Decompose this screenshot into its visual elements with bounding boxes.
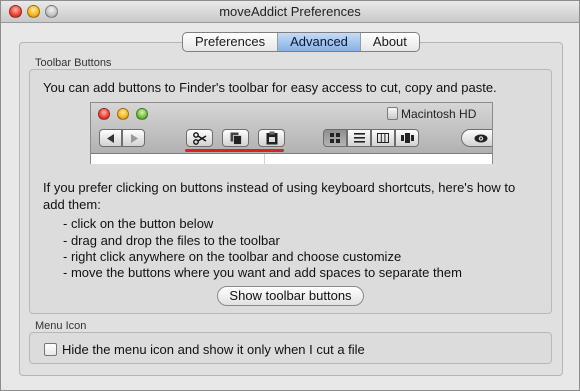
coverflow-view-icon xyxy=(395,129,419,147)
preferences-window: moveAddict Preferences Preferences Advan… xyxy=(0,0,580,391)
tab-preferences[interactable]: Preferences xyxy=(183,33,279,51)
hard-drive-icon xyxy=(387,107,398,120)
hide-menu-icon-checkbox[interactable] xyxy=(44,343,57,356)
explanation-line-2: add them: xyxy=(43,197,101,212)
column-view-icon xyxy=(371,129,395,147)
tab-bar: Preferences Advanced About xyxy=(182,32,420,52)
toolbar-intro-text: You can add buttons to Finder's toolbar … xyxy=(43,80,497,95)
title-bar[interactable]: moveAddict Preferences xyxy=(1,1,579,23)
step-item: - move the buttons where you want and ad… xyxy=(63,265,462,280)
finder-minimize-icon xyxy=(117,108,129,120)
tab-about[interactable]: About xyxy=(361,33,419,51)
scissors-icon xyxy=(186,129,213,147)
finder-zoom-icon xyxy=(136,108,148,120)
back-arrow-icon xyxy=(99,129,122,147)
added-buttons-highlight xyxy=(185,149,284,152)
step-item: - click on the button below xyxy=(63,216,214,231)
finder-close-icon xyxy=(98,108,110,120)
finder-content-area xyxy=(91,153,492,164)
paste-clipboard-icon xyxy=(258,129,285,147)
menu-icon-section-label: Menu Icon xyxy=(35,320,87,332)
step-item: - right click anywhere on the toolbar an… xyxy=(63,249,402,264)
finder-window-preview: Macintosh HD xyxy=(90,102,493,164)
window-title: moveAddict Preferences xyxy=(219,4,361,19)
copy-pages-icon xyxy=(222,129,249,147)
hide-menu-icon-label[interactable]: Hide the menu icon and show it only when… xyxy=(62,342,365,357)
step-item: - drag and drop the files to the toolbar xyxy=(63,233,280,248)
forward-arrow-icon xyxy=(122,129,145,147)
show-toolbar-buttons-button[interactable]: Show toolbar buttons xyxy=(217,286,364,306)
icon-view-icon xyxy=(323,129,347,147)
explanation-line-1: If you prefer clicking on buttons instea… xyxy=(43,180,516,195)
finder-sidebar-divider xyxy=(264,154,265,164)
finder-volume-title: Macintosh HD xyxy=(387,107,476,121)
finder-volume-name: Macintosh HD xyxy=(401,107,477,121)
toolbar-buttons-section-label: Toolbar Buttons xyxy=(35,57,112,69)
eye-icon xyxy=(461,129,492,147)
list-view-icon xyxy=(347,129,371,147)
tab-advanced[interactable]: Advanced xyxy=(278,33,361,51)
